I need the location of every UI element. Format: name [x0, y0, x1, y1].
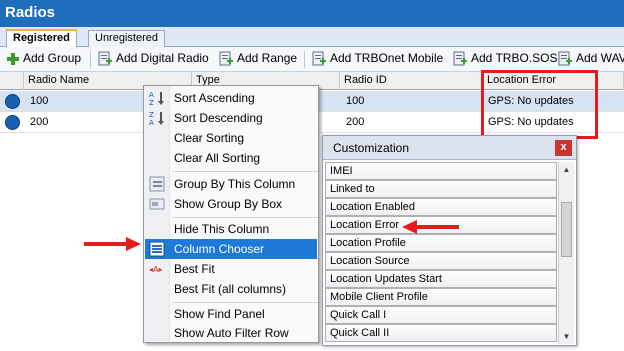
menu-item-show-find-panel[interactable]: Show Find Panel	[145, 304, 317, 324]
tab-unregistered[interactable]: Unregistered	[88, 30, 165, 47]
sort-ascending-icon: AZ	[149, 91, 164, 106]
cell-radio-name: 200	[30, 116, 49, 128]
tab-strip: Registered Unregistered	[0, 27, 624, 47]
close-button[interactable]: x	[555, 140, 572, 156]
menu-item-show-auto-filter-row[interactable]: Show Auto Filter Row	[145, 323, 317, 343]
list-item[interactable]: Quick Call II	[325, 324, 557, 342]
radio-user-icon	[5, 115, 20, 130]
menu-separator	[172, 171, 318, 172]
customization-title: Customization	[333, 141, 410, 155]
menu-item-best-fit-all[interactable]: Best Fit (all columns)	[145, 279, 317, 299]
add-group-label: Add Group	[23, 51, 82, 65]
scroll-up-icon[interactable]: ▲	[559, 162, 574, 177]
menu-item-label: Column Chooser	[174, 242, 265, 256]
plus-icon	[7, 52, 19, 65]
menu-item-clear-sorting[interactable]: Clear Sorting	[145, 128, 317, 148]
list-item[interactable]: Quick Call I	[325, 306, 557, 324]
list-item[interactable]: IMEI	[325, 162, 557, 180]
vertical-scrollbar[interactable]: ▲ ▼	[558, 162, 574, 344]
list-item[interactable]: Location Profile	[325, 234, 557, 252]
menu-item-label: Show Find Panel	[174, 307, 265, 321]
add-range-button[interactable]: Add Range	[218, 51, 297, 68]
add-digital-radio-button[interactable]: Add Digital Radio	[97, 51, 209, 68]
toolbar-separator	[90, 51, 91, 68]
radio-user-icon	[5, 94, 20, 109]
menu-separator	[172, 217, 318, 218]
svg-text:Z: Z	[149, 111, 154, 119]
menu-item-label: Best Fit (all columns)	[174, 282, 287, 296]
scroll-down-icon[interactable]: ▼	[559, 329, 574, 344]
menu-item-label: Sort Ascending	[174, 91, 255, 105]
annotation-highlight-box	[481, 70, 598, 139]
menu-item-label: Best Fit	[174, 262, 215, 276]
list-item[interactable]: Mobile Client Profile	[325, 288, 557, 306]
menu-item-sort-descending[interactable]: ZA Sort Descending	[145, 108, 317, 128]
group-by-icon	[149, 176, 165, 192]
customization-column-list: IMEI Linked to Location Enabled Location…	[325, 162, 557, 344]
menu-item-label: Hide This Column	[174, 222, 270, 236]
add-wav-label: Add WAV	[576, 51, 624, 66]
menu-item-label: Clear Sorting	[174, 131, 245, 145]
menu-item-label: Clear All Sorting	[174, 151, 261, 165]
scrollbar-thumb[interactable]	[561, 202, 572, 257]
cell-radio-id: 100	[346, 95, 365, 107]
add-radio-icon	[453, 51, 467, 66]
menu-item-sort-ascending[interactable]: AZ Sort Ascending	[145, 88, 317, 108]
column-context-menu: AZ Sort Ascending ZA Sort Descending Cle…	[143, 85, 319, 343]
list-item[interactable]: Linked to	[325, 180, 557, 198]
annotation-arrow-icon	[402, 220, 459, 234]
customization-window: Customization x IMEI Linked to Location …	[322, 135, 577, 346]
tab-registered[interactable]: Registered	[6, 29, 77, 47]
column-header-icon[interactable]	[0, 72, 24, 90]
group-box-icon	[149, 198, 165, 210]
column-header-label: Radio Name	[28, 74, 90, 86]
list-item[interactable]: Location Source	[325, 252, 557, 270]
add-digital-radio-label: Add Digital Radio	[116, 51, 209, 66]
add-radio-icon	[98, 51, 112, 66]
menu-item-best-fit[interactable]: ◂A▸ Best Fit	[145, 259, 317, 279]
annotation-arrow-icon	[84, 237, 141, 251]
menu-item-label: Show Group By Box	[174, 197, 283, 211]
svg-text:A: A	[149, 91, 154, 99]
window-title: Radios	[5, 4, 56, 21]
menu-item-show-group-by-box[interactable]: Show Group By Box	[145, 194, 317, 214]
cell-radio-name: 100	[30, 95, 49, 107]
add-radio-icon	[312, 51, 326, 66]
svg-text:◂A▸: ◂A▸	[149, 265, 163, 274]
menu-separator	[172, 302, 318, 303]
toolbar: Add Group Add Digital Radio Add Range Ad…	[0, 47, 624, 72]
column-chooser-icon	[149, 241, 165, 257]
svg-text:A: A	[149, 119, 154, 126]
add-wav-button[interactable]: Add WAV	[557, 51, 624, 68]
menu-item-group-by-column[interactable]: Group By This Column	[145, 174, 317, 194]
add-trbo-sos-label: Add TRBO.SOS	[471, 51, 558, 66]
menu-item-label: Sort Descending	[174, 111, 263, 125]
svg-text:Z: Z	[149, 99, 154, 106]
add-trbo-sos-button[interactable]: Add TRBO.SOS	[452, 51, 557, 68]
cell-radio-id: 200	[346, 116, 365, 128]
sort-descending-icon: ZA	[149, 111, 164, 126]
window-title-bar: Radios	[0, 0, 624, 27]
menu-item-column-chooser[interactable]: Column Chooser	[145, 239, 317, 259]
add-trbonet-mobile-label: Add TRBOnet Mobile	[330, 51, 444, 66]
list-item[interactable]: Location Enabled	[325, 198, 557, 216]
add-radio-icon	[219, 51, 233, 66]
menu-item-clear-all-sorting[interactable]: Clear All Sorting	[145, 148, 317, 168]
column-header-radio-id[interactable]: Radio ID	[340, 72, 483, 90]
customization-header: Customization x	[323, 136, 576, 160]
menu-item-label: Show Auto Filter Row	[174, 326, 289, 340]
add-trbonet-mobile-button[interactable]: Add TRBOnet Mobile	[311, 51, 443, 68]
menu-item-hide-this-column[interactable]: Hide This Column	[145, 219, 317, 239]
column-header-label: Radio ID	[344, 74, 387, 86]
toolbar-separator	[304, 51, 305, 68]
list-item[interactable]: Location Updates Start	[325, 270, 557, 288]
best-fit-icon: ◂A▸	[149, 265, 163, 274]
menu-item-label: Group By This Column	[174, 177, 296, 191]
add-group-button[interactable]: Add Group	[6, 51, 81, 68]
add-range-label: Add Range	[237, 51, 298, 66]
add-radio-icon	[558, 51, 572, 66]
